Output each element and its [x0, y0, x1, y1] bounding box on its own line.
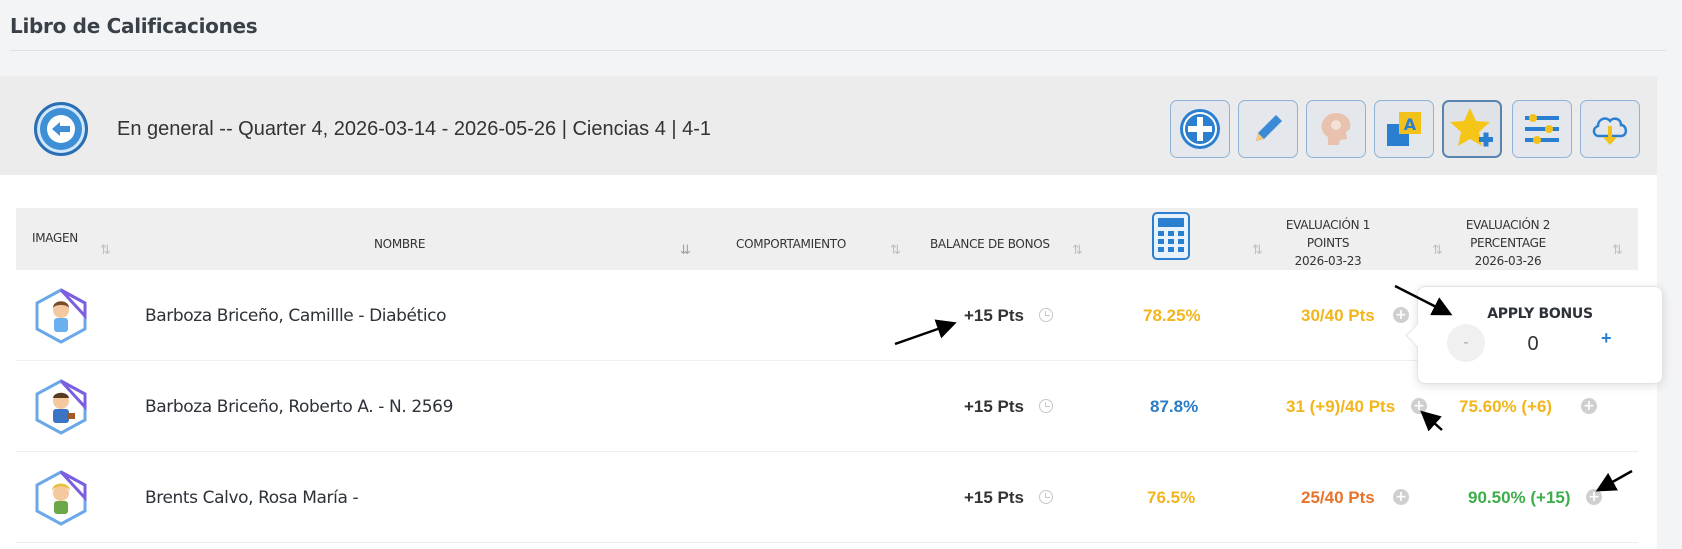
- history-icon[interactable]: [1039, 399, 1053, 413]
- eval2-score: 75.60% (+6): [1459, 397, 1553, 416]
- table-row: Barboza Briceño, Camillle - Diabético +1…: [16, 270, 1638, 361]
- table-row: Brents Calvo, Rosa María - +15 Pts 76.5%…: [16, 452, 1638, 543]
- student-name[interactable]: Barboza Briceño, Roberto A. - N. 2569: [145, 397, 453, 417]
- col-eval2[interactable]: EVALUACIÓN 2 PERCENTAGE 2026-03-26: [1438, 216, 1578, 270]
- pencil-icon: [1256, 115, 1282, 141]
- add-bonus-icon[interactable]: +: [1393, 489, 1409, 505]
- col-eval1-title: EVALUACIÓN 1: [1285, 218, 1371, 232]
- avatar[interactable]: [34, 288, 88, 344]
- sort-icon[interactable]: ⇅: [1072, 242, 1083, 258]
- overall-grade: 87.8%: [1150, 397, 1199, 416]
- download-button[interactable]: [1580, 100, 1640, 158]
- eval1-score: 31 (+9)/40 Pts: [1286, 397, 1396, 416]
- behavior-button[interactable]: [1306, 100, 1366, 158]
- edit-button[interactable]: [1238, 100, 1298, 158]
- avatar[interactable]: [34, 379, 88, 435]
- col-eval1-type: POINTS: [1306, 236, 1350, 250]
- col-nombre[interactable]: NOMBRE: [374, 235, 425, 253]
- history-icon[interactable]: [1039, 308, 1053, 322]
- bonus-balance: +15 Pts: [964, 488, 1025, 507]
- col-eval1-date: 2026-03-23: [1294, 254, 1362, 268]
- col-balance[interactable]: BALANCE DE BONOS: [930, 235, 1050, 253]
- col-comportamiento[interactable]: COMPORTAMIENTO: [736, 235, 846, 253]
- bonus-value[interactable]: 0: [1508, 333, 1558, 356]
- col-eval2-title: EVALUACIÓN 2: [1465, 218, 1551, 232]
- apply-bonus-popover: APPLY BONUS - 0 +: [1417, 286, 1663, 384]
- col-eval2-date: 2026-03-26: [1474, 254, 1542, 268]
- table-row: Barboza Briceño, Roberto A. - N. 2569 +1…: [16, 361, 1638, 452]
- title-divider: [10, 50, 1666, 51]
- sort-icon[interactable]: ⇅: [890, 242, 901, 258]
- settings-button[interactable]: [1512, 100, 1572, 158]
- increment-button[interactable]: +: [1601, 328, 1612, 349]
- gradebook-panel: En general -- Quarter 4, 2026-03-14 - 20…: [0, 76, 1657, 549]
- history-icon[interactable]: [1039, 490, 1053, 504]
- eval1-score: 25/40 Pts: [1301, 488, 1375, 507]
- student-name[interactable]: Barboza Briceño, Camillle - Diabético: [145, 306, 447, 326]
- overall-grade: 76.5%: [1147, 488, 1196, 507]
- brain-icon: [1321, 113, 1351, 145]
- back-button[interactable]: [34, 102, 88, 156]
- page-title: Libro de Calificaciones: [10, 14, 258, 38]
- bonus-balance: +15 Pts: [964, 306, 1025, 325]
- add-bonus-icon[interactable]: +: [1393, 307, 1409, 323]
- eval2-score: 90.50% (+15): [1468, 488, 1571, 507]
- sort-desc-icon[interactable]: ⇊: [680, 242, 691, 258]
- star-plus-icon: [1450, 108, 1493, 147]
- sliders-icon: [1525, 114, 1559, 144]
- add-bonus-icon[interactable]: +: [1581, 398, 1597, 414]
- col-eval1[interactable]: EVALUACIÓN 1 POINTS 2026-03-23: [1268, 216, 1388, 270]
- decrement-button[interactable]: -: [1447, 324, 1485, 362]
- popover-title: APPLY BONUS: [1487, 306, 1593, 322]
- svg-text:A: A: [1404, 115, 1417, 134]
- breadcrumb: En general -- Quarter 4, 2026-03-14 - 20…: [117, 118, 712, 140]
- cloud-download-icon: [1592, 117, 1628, 145]
- sort-icon[interactable]: ⇅: [1252, 242, 1263, 258]
- col-eval2-type: PERCENTAGE: [1470, 236, 1546, 250]
- bonus-balance: +15 Pts: [964, 397, 1025, 416]
- sort-icon[interactable]: ⇅: [1612, 242, 1623, 258]
- add-letter-button[interactable]: A: [1374, 100, 1434, 158]
- star-bonus-button[interactable]: [1442, 100, 1502, 158]
- arrow-left-icon: [47, 115, 75, 143]
- table-header: IMAGEN ⇅ NOMBRE ⇊ COMPORTAMIENTO ⇅ BALAN…: [16, 208, 1638, 270]
- add-letter-icon: A: [1387, 112, 1421, 146]
- student-name[interactable]: Brents Calvo, Rosa María -: [145, 488, 359, 508]
- eval1-score: 30/40 Pts: [1301, 306, 1375, 325]
- add-bonus-icon[interactable]: +: [1411, 398, 1427, 414]
- add-icon: [1180, 109, 1220, 149]
- add-button[interactable]: [1170, 100, 1230, 158]
- sort-icon[interactable]: ⇅: [100, 242, 111, 258]
- calculator-icon[interactable]: [1152, 212, 1190, 265]
- avatar[interactable]: [34, 470, 88, 526]
- overall-grade: 78.25%: [1143, 306, 1201, 325]
- add-bonus-icon[interactable]: +: [1586, 489, 1602, 505]
- col-imagen: IMAGEN: [32, 231, 78, 245]
- panel-header: En general -- Quarter 4, 2026-03-14 - 20…: [0, 76, 1657, 175]
